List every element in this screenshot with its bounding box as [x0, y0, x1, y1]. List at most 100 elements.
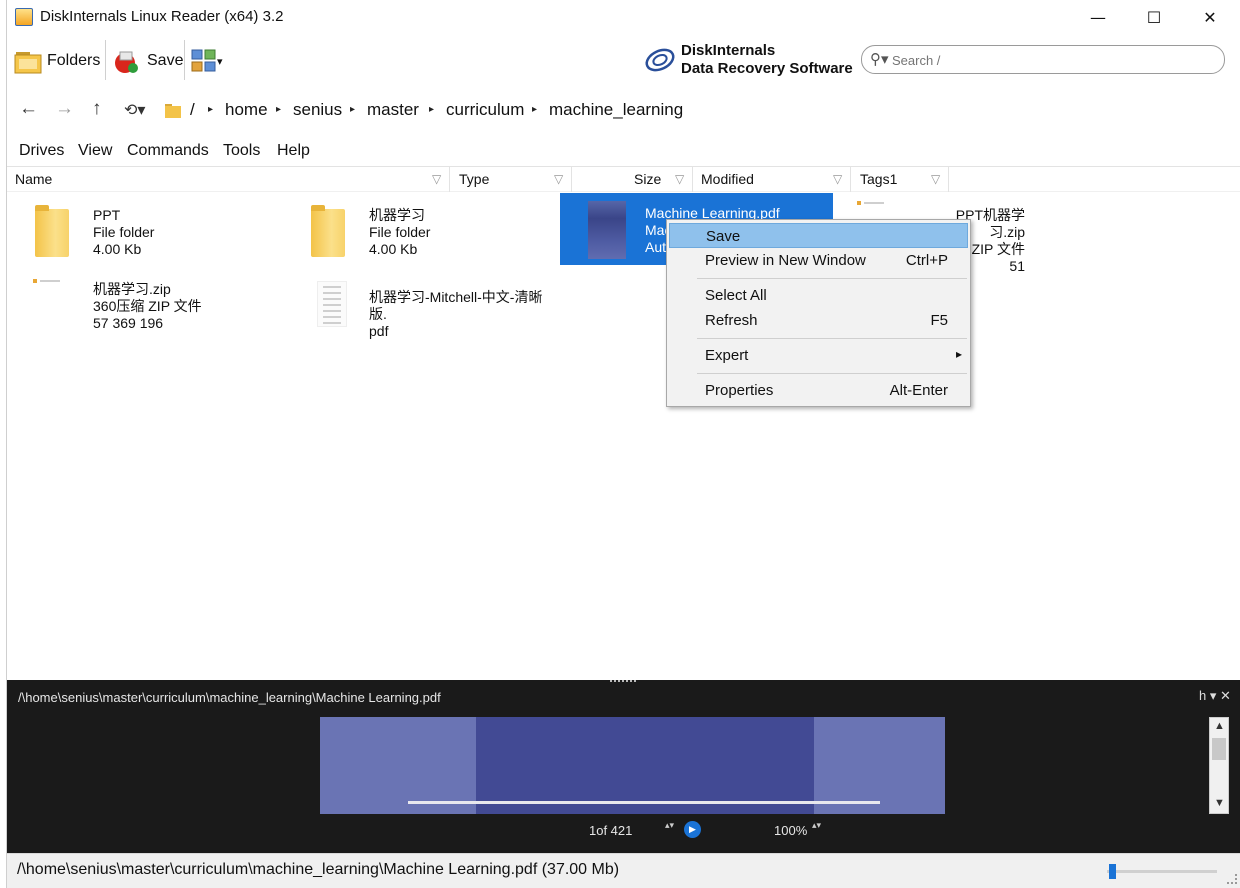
breadcrumb-curriculum[interactable]: curriculum — [446, 100, 524, 120]
menu-tools[interactable]: Tools — [223, 142, 260, 160]
breadcrumb-separator-icon[interactable]: ▸ — [276, 104, 281, 115]
context-menu-preview-new-window[interactable]: Preview in New Window Ctrl+P — [669, 248, 968, 273]
context-menu-select-all[interactable]: Select All — [669, 283, 968, 308]
column-modified-label: Modified — [701, 171, 754, 187]
brand-tagline: Data Recovery Software — [681, 60, 853, 77]
breadcrumb-machine-learning[interactable]: machine_learning — [549, 100, 683, 120]
file-name: 机器学习-Mitchell-中文-清晰版. — [369, 289, 543, 322]
menu-drives[interactable]: Drives — [19, 142, 64, 160]
context-menu-shortcut: F5 — [930, 312, 948, 329]
context-menu-label: Preview in New Window — [705, 252, 866, 269]
folders-label: Folders — [47, 52, 101, 69]
save-label: Save — [147, 52, 184, 69]
file-name: 机器学习.zip — [93, 281, 171, 297]
column-type[interactable]: Type ▽ — [450, 167, 572, 192]
zoom-spinner-icon[interactable]: ▴▾ — [812, 821, 821, 830]
save-icon — [115, 51, 138, 73]
context-menu-shortcut: Alt-Enter — [889, 382, 948, 399]
scroll-down-icon[interactable]: ▼ — [1214, 797, 1225, 809]
filter-icon[interactable]: ▽ — [675, 172, 684, 186]
breadcrumb-senius[interactable]: senius — [293, 100, 342, 120]
back-arrow-icon[interactable]: ← — [19, 98, 38, 120]
slider-track — [1107, 870, 1217, 873]
filter-icon[interactable]: ▽ — [432, 172, 441, 186]
breadcrumb-master[interactable]: master — [367, 100, 419, 120]
next-page-play-icon[interactable]: ▶ — [684, 821, 701, 838]
context-menu-save[interactable]: Save — [669, 223, 968, 248]
brand-text: DiskInternals Data Recovery Software — [681, 42, 853, 78]
menu-separator — [697, 278, 967, 279]
view-mode-dropdown[interactable]: ▾ — [191, 44, 223, 78]
preview-page-image — [320, 717, 945, 814]
scroll-up-icon[interactable]: ▲ — [1214, 720, 1225, 732]
preview-pane: /\home\senius\master\curriculum\machine_… — [7, 680, 1240, 853]
column-name-label: Name — [15, 171, 53, 187]
chevron-right-icon: ▸ — [955, 347, 962, 361]
context-menu-label: Properties — [705, 382, 774, 399]
file-item-jiqixuexi-zip[interactable]: 机器学习.zip 360压缩 ZIP 文件 57 369 196 — [7, 273, 277, 345]
page-spinner-icon[interactable]: ▴▾ — [665, 821, 674, 830]
breadcrumb-separator-icon[interactable]: ▸ — [532, 104, 537, 115]
chevron-down-icon: ▾ — [217, 55, 223, 68]
context-menu-refresh[interactable]: Refresh F5 — [669, 308, 968, 333]
file-item-mitchell-pdf[interactable]: 机器学习-Mitchell-中文-清晰版. pdf — [283, 273, 553, 345]
zoom-slider[interactable] — [1107, 864, 1217, 879]
save-button[interactable]: Save — [111, 44, 183, 78]
maximize-button[interactable]: ☐ — [1126, 0, 1182, 34]
file-item-text: 机器学习-Mitchell-中文-清晰版. pdf — [369, 289, 553, 340]
context-menu-properties[interactable]: Properties Alt-Enter — [669, 378, 968, 403]
filter-icon[interactable]: ▽ — [554, 172, 563, 186]
zip-thumbnail-icon — [857, 201, 897, 209]
slider-knob[interactable] — [1109, 864, 1116, 879]
window-title: DiskInternals Linux Reader (x64) 3.2 — [40, 8, 284, 25]
context-menu-label: Select All — [705, 287, 767, 304]
file-type: File folder — [93, 224, 155, 240]
file-item-folder-jiqixuexi[interactable]: 机器学习 File folder 4.00 Kb — [283, 197, 553, 269]
resize-grip-icon[interactable] — [1227, 874, 1237, 884]
file-type: File folder — [369, 224, 431, 240]
search-icon[interactable]: ⚲▾ — [870, 50, 889, 68]
filter-icon[interactable]: ▽ — [931, 172, 940, 186]
breadcrumb-separator-icon[interactable]: ▸ — [429, 104, 434, 115]
minimize-button[interactable]: — — [1070, 0, 1126, 34]
app-window: DiskInternals Linux Reader (x64) 3.2 — ☐… — [6, 0, 1240, 888]
up-arrow-icon[interactable]: ↑ — [92, 98, 102, 120]
preview-scrollbar[interactable]: ▲ ▼ — [1209, 717, 1229, 814]
splitter-grip-icon[interactable] — [610, 680, 636, 685]
context-menu-shortcut: Ctrl+P — [905, 252, 948, 269]
folders-button[interactable]: Folders — [13, 44, 100, 78]
breadcrumb-home[interactable]: home — [225, 100, 268, 120]
column-tags1[interactable]: Tags1 ▽ — [851, 167, 949, 192]
title-bar: DiskInternals Linux Reader (x64) 3.2 — ☐… — [7, 0, 1240, 34]
menu-commands[interactable]: Commands — [127, 142, 209, 160]
preview-pane-controls[interactable]: h ▾ ✕ — [1199, 688, 1231, 704]
column-size[interactable]: Size ▽ — [572, 167, 693, 192]
context-menu-expert[interactable]: Expert ▸ — [669, 343, 968, 368]
file-type: 360压缩 ZIP 文件 — [93, 298, 202, 314]
breadcrumb-separator-icon[interactable]: ▸ — [208, 104, 213, 115]
file-item-ppt[interactable]: PPT File folder 4.00 Kb — [7, 197, 277, 269]
close-button[interactable]: ✕ — [1182, 0, 1238, 34]
diskinternals-logo-icon — [645, 48, 675, 72]
filter-icon[interactable]: ▽ — [833, 172, 842, 186]
menu-help[interactable]: Help — [277, 142, 310, 160]
zoom-level: 100% — [774, 823, 808, 838]
thumbnails-view-icon — [191, 49, 216, 72]
column-modified[interactable]: Modified ▽ — [693, 167, 851, 192]
file-size: 4.00 Kb — [93, 241, 142, 257]
breadcrumb-root[interactable]: / — [190, 100, 195, 120]
menu-view[interactable]: View — [78, 142, 112, 160]
column-size-label: Size — [634, 171, 662, 187]
scrollbar-thumb[interactable] — [1212, 738, 1226, 760]
search-input[interactable] — [892, 51, 1212, 69]
breadcrumb-separator-icon[interactable]: ▸ — [350, 104, 355, 115]
history-icon[interactable]: ⟲▾ — [124, 100, 145, 120]
search-box[interactable]: ⚲▾ — [861, 45, 1225, 74]
forward-arrow-icon[interactable]: → — [55, 98, 74, 120]
column-name[interactable]: Name ▽ — [7, 167, 450, 192]
context-menu: Save Preview in New Window Ctrl+P Select… — [666, 219, 971, 407]
folders-icon — [14, 52, 42, 74]
folder-icon — [311, 205, 345, 257]
file-name: PPT — [93, 207, 121, 223]
pdf-thumbnail-icon — [317, 281, 347, 327]
